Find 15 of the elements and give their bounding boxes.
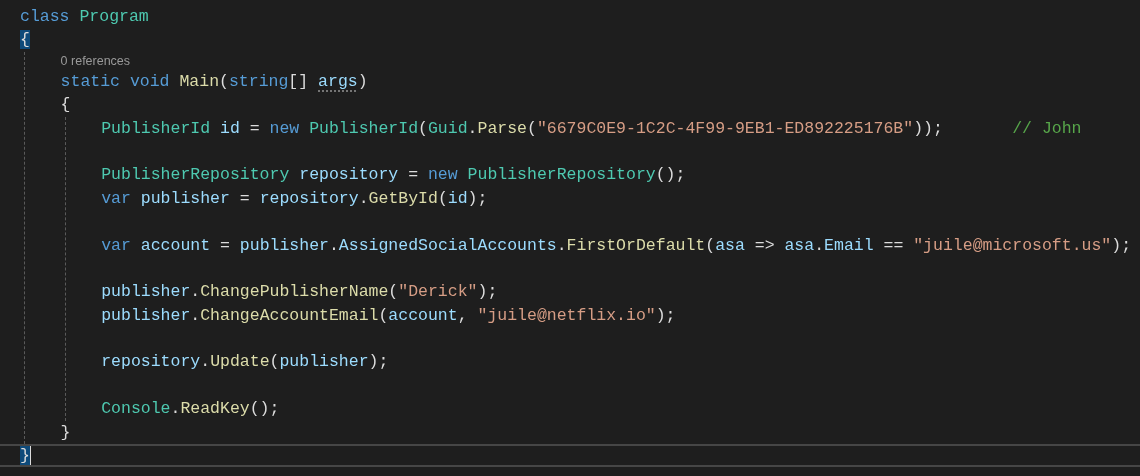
code-editor[interactable] [0,0,1140,476]
code-line: } [60,421,71,444]
code-line: var account = publisher.AssignedSocialAccounts.FirstOrDefault(asa => asa.Email == "juile@microsoft.us"); [101,234,1132,257]
code-line: repository.Update(publisher); [101,351,389,374]
code-line: PublisherRepository repository = new PublisherRepository(); [101,164,686,187]
code-line: { [60,94,71,117]
code-line: publisher.ChangePublisherName("Derick"); [101,281,498,304]
code-line: class Program [20,6,149,28]
text-cursor [29,446,31,466]
code-lens-link[interactable]: 0 references [60,53,131,68]
code-line: Console.ReadKey(); [101,398,280,421]
code-line: var publisher = repository.GetById(id); [101,187,488,210]
code-line: static void Main(string[] args) [60,70,368,93]
code-line: PublisherId id = new PublisherId(Guid.Parse("6679C0E9-1C2C-4F99-9EB1-ED892225176B")); // John [101,117,1082,140]
code-line: publisher.ChangeAccountEmail(account, "juile@netflix.io"); [101,304,676,327]
